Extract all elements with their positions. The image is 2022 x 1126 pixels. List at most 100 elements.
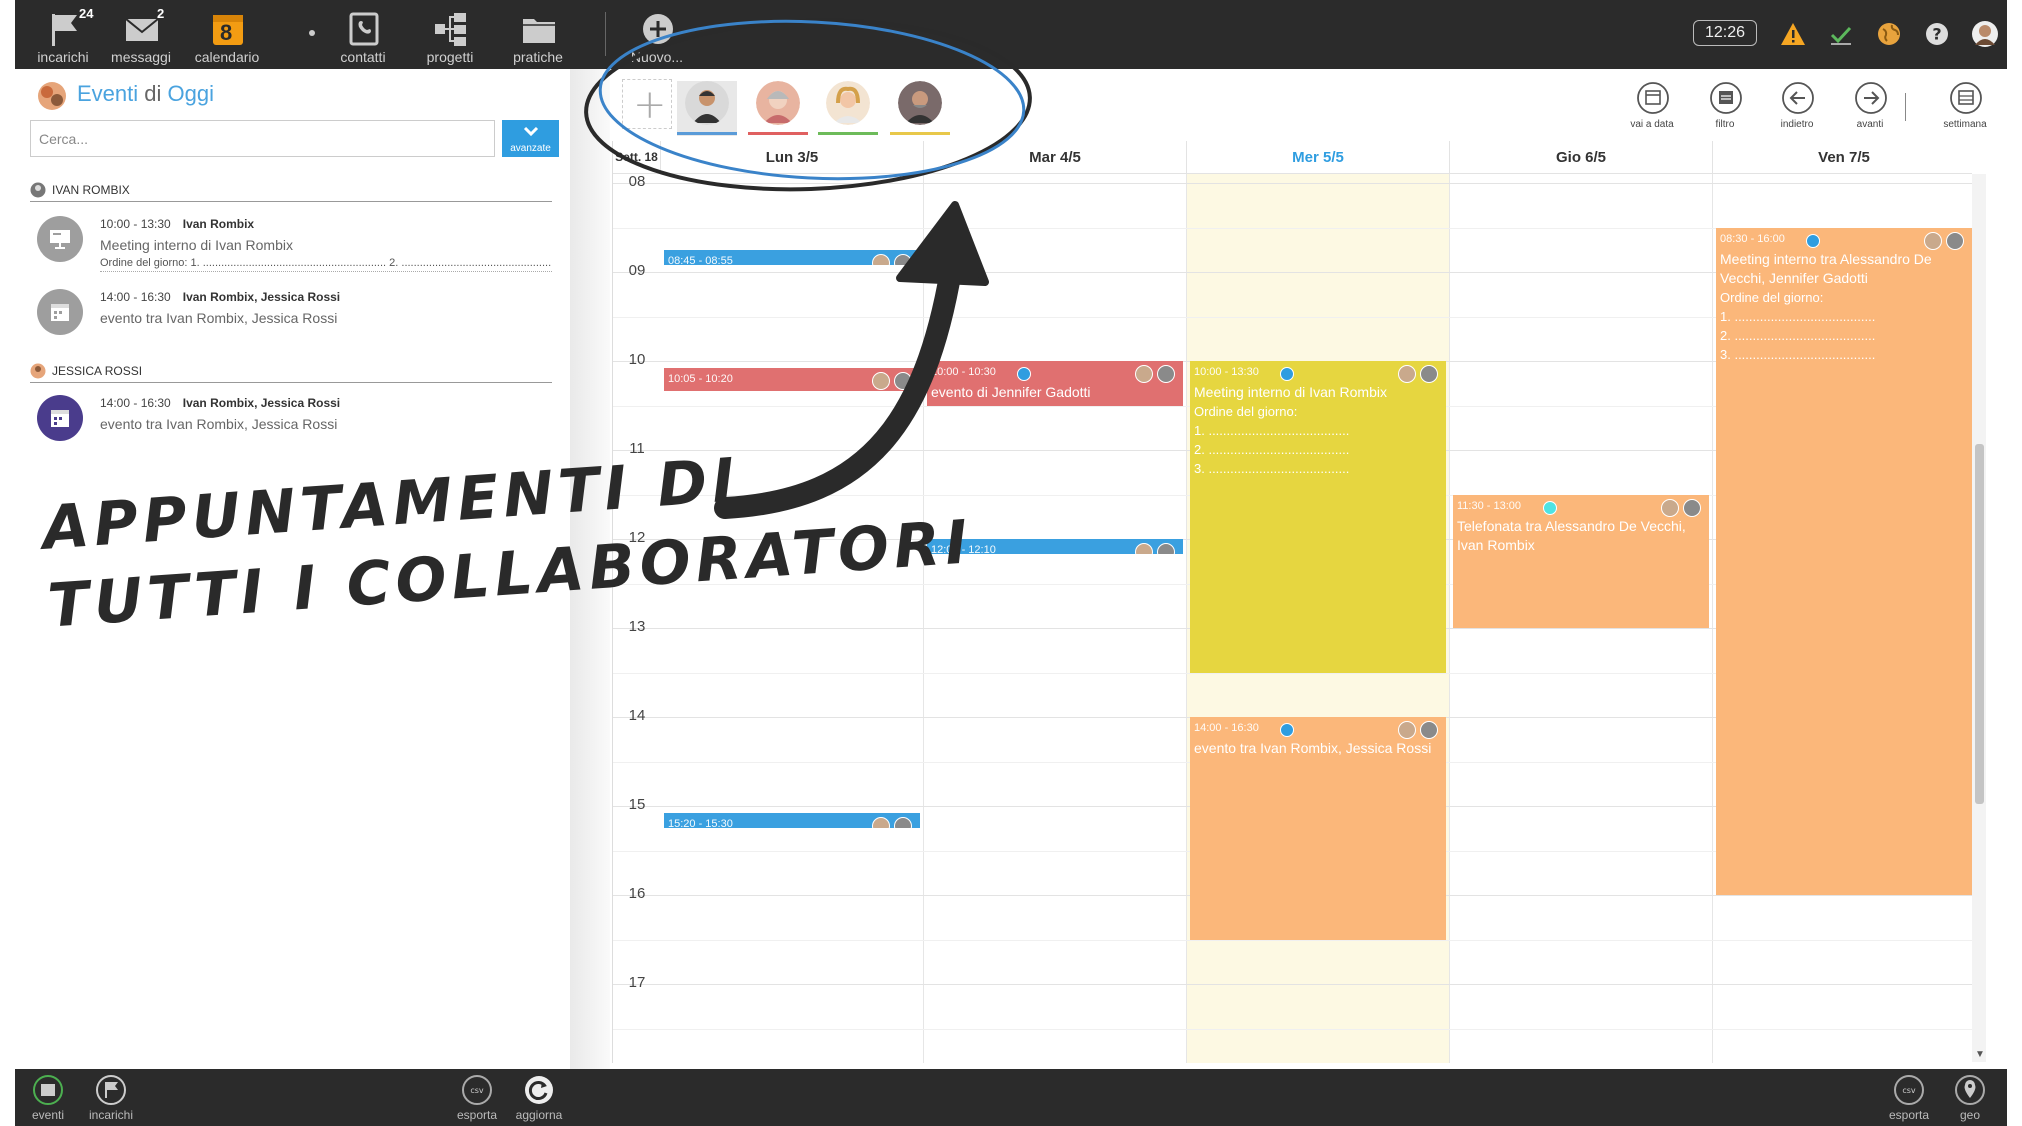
- advanced-search-button[interactable]: avanzate: [502, 120, 559, 157]
- flag-icon: [96, 1075, 126, 1105]
- hour-label: 17: [628, 974, 646, 992]
- calendar-event-icon: [51, 304, 69, 321]
- bottom-esporta-right-button[interactable]: csv esporta: [1879, 1074, 1939, 1124]
- bottom-eventi-button[interactable]: eventi: [18, 1074, 78, 1124]
- checkmark-icon[interactable]: [1827, 20, 1855, 48]
- bottom-geo-button[interactable]: geo: [1940, 1074, 2000, 1124]
- toolbar-label: Nuovo...: [630, 49, 684, 65]
- page-title: Eventi di Oggi: [77, 81, 214, 107]
- bottom-label: esporta: [1888, 1108, 1930, 1122]
- chevron-down-icon: [523, 126, 539, 137]
- user-avatar-small: [30, 182, 46, 198]
- incarichi-count: 24: [79, 6, 94, 21]
- toolbar-incarichi[interactable]: 24 incarichi: [23, 6, 103, 66]
- day-header[interactable]: Gio 6/5: [1450, 141, 1713, 174]
- calendar-event[interactable]: 15:20 - 15:30: [664, 813, 920, 829]
- event-type-badge: [37, 289, 83, 335]
- event-agenda: Ordine del giorno: 1. ..................…: [100, 257, 552, 272]
- event-participants: Ivan Rombix, Jessica Rossi: [182, 396, 341, 410]
- event-time: 10:00 - 13:30: [1194, 366, 1259, 379]
- day-header[interactable]: Mar 4/5: [924, 141, 1187, 174]
- help-icon[interactable]: ?: [1923, 20, 1951, 48]
- event-status-dot: [1017, 367, 1031, 382]
- globe-icon[interactable]: [1875, 20, 1903, 48]
- calendar-event[interactable]: 11:30 - 13:00 Telefonata tra Alessandro D…: [1453, 494, 1709, 629]
- participant-avatar: [1398, 365, 1416, 384]
- top-toolbar: 24 incarichi 2 messaggi 8 calendario con…: [15, 0, 2007, 69]
- toolbar-messaggi[interactable]: 2 messaggi: [101, 6, 181, 66]
- collaborator-avatar: [685, 81, 729, 125]
- group-name: JESSICA ROSSI: [52, 364, 143, 378]
- event-agenda-line: 1. .....................................…: [1720, 308, 1876, 324]
- event-agenda-line: 2. .....................................…: [1194, 442, 1350, 458]
- messaggi-count: 2: [157, 6, 165, 21]
- toolbar-contatti[interactable]: contatti: [323, 6, 403, 66]
- bottom-aggiorna-button[interactable]: aggiorna: [509, 1074, 569, 1124]
- calendar-event[interactable]: 08:45 - 08:55: [664, 250, 920, 266]
- title-eventi: Eventi: [77, 81, 139, 106]
- event-title: Meeting interno di Ivan Rombix: [1194, 384, 1387, 401]
- warning-icon[interactable]: [1779, 20, 1807, 48]
- svg-text:?: ?: [1932, 25, 1941, 44]
- event-status-dot: [1806, 233, 1820, 248]
- user-avatar[interactable]: [1971, 20, 1999, 48]
- collaborator-color-bar: [748, 132, 808, 135]
- day-column[interactable]: [661, 174, 924, 1063]
- event-description: Meeting interno tra Alessandro De Vecchi…: [1720, 250, 1966, 364]
- week-view-button[interactable]: settimana: [1930, 81, 2000, 141]
- day-header[interactable]: Ven 7/5: [1713, 141, 1972, 174]
- refresh-icon: [525, 1076, 553, 1104]
- toolbar-label: pratiche: [513, 49, 563, 65]
- participant-avatar: [1157, 543, 1175, 555]
- event-time: 10:00 - 13:30: [100, 217, 171, 231]
- go-to-date-button[interactable]: vai a data: [1617, 81, 1687, 141]
- bottom-incarichi-button[interactable]: incarichi: [81, 1074, 141, 1124]
- calendar-event[interactable]: 14:00 - 16:30 evento tra Ivan Rombix, Jes…: [1190, 717, 1446, 940]
- toolbar-pratiche[interactable]: pratiche: [498, 6, 578, 66]
- calendar-scrollbar[interactable]: [1972, 174, 1986, 1062]
- svg-text:csv: csv: [1902, 1086, 1916, 1095]
- collaborator-avatar: [826, 81, 870, 125]
- calendar-event[interactable]: 08:30 - 16:00 Meeting interno tra Alessan…: [1716, 227, 1972, 896]
- add-collaborator-button[interactable]: +: [622, 79, 672, 129]
- toolbar-progetti[interactable]: progetti: [410, 6, 490, 66]
- search-input[interactable]: [30, 120, 495, 157]
- events-icon: [33, 1075, 63, 1105]
- day-header[interactable]: Mer 5/5: [1187, 141, 1450, 174]
- calendar-event-icon: [51, 410, 69, 427]
- previous-button[interactable]: indietro: [1762, 81, 1832, 141]
- toolbar-calendario[interactable]: 8 calendario: [187, 6, 267, 66]
- week-view-icon: [1950, 82, 1982, 114]
- participant-avatar: [1157, 365, 1175, 384]
- event-agenda-line: 2. .....................................…: [1720, 327, 1876, 343]
- advanced-label: avanzate: [510, 143, 551, 154]
- collaborator-avatar: [756, 81, 800, 125]
- event-agenda-line: 3. .....................................…: [1720, 346, 1876, 362]
- calendar-event[interactable]: 10:00 - 10:30 evento di Jennifer Gadotti: [927, 361, 1183, 406]
- collaborator-filter-1[interactable]: [677, 81, 737, 136]
- event-time: 15:20 - 15:30: [668, 818, 733, 829]
- control-label: indietro: [1780, 119, 1814, 130]
- event-time: 10:05 - 10:20: [668, 373, 733, 386]
- collaborator-filter-3[interactable]: [818, 81, 878, 136]
- calendar-event[interactable]: 10:05 - 10:20: [664, 368, 920, 391]
- toolbar-nuovo[interactable]: Nuovo...: [617, 6, 697, 66]
- calendar-grid[interactable]: Sett. 18 Lun 3/5 Mar 4/5 Mer 5/5 Gio 6/5 Ven…: [612, 141, 1972, 1063]
- project-tree-icon: [435, 13, 466, 46]
- event-description: Meeting interno di Ivan Rombix: [100, 237, 293, 253]
- day-column[interactable]: [924, 174, 1187, 1063]
- scroll-down-arrow[interactable]: ▼: [1975, 1049, 1985, 1060]
- collaborator-filter-2[interactable]: [748, 81, 808, 136]
- calendar-event[interactable]: 10:00 - 13:30 Meeting interno di Ivan Rom…: [1190, 361, 1446, 673]
- scrollbar-thumb[interactable]: [1975, 444, 1984, 804]
- bottom-esporta-button[interactable]: csv esporta: [447, 1074, 507, 1124]
- bottom-toolbar: eventi incarichi csv esporta aggiorna cs…: [15, 1069, 2007, 1126]
- filter-calendar-icon: [1710, 82, 1742, 114]
- collaborator-filter-4[interactable]: [890, 81, 950, 136]
- next-button[interactable]: avanti: [1835, 81, 1905, 141]
- event-time: 08:45 - 08:55: [668, 255, 733, 266]
- filter-button[interactable]: filtro: [1690, 81, 1760, 141]
- toolbar-separator: [605, 12, 606, 56]
- day-header[interactable]: Lun 3/5: [661, 141, 924, 174]
- title-di: di: [144, 81, 162, 106]
